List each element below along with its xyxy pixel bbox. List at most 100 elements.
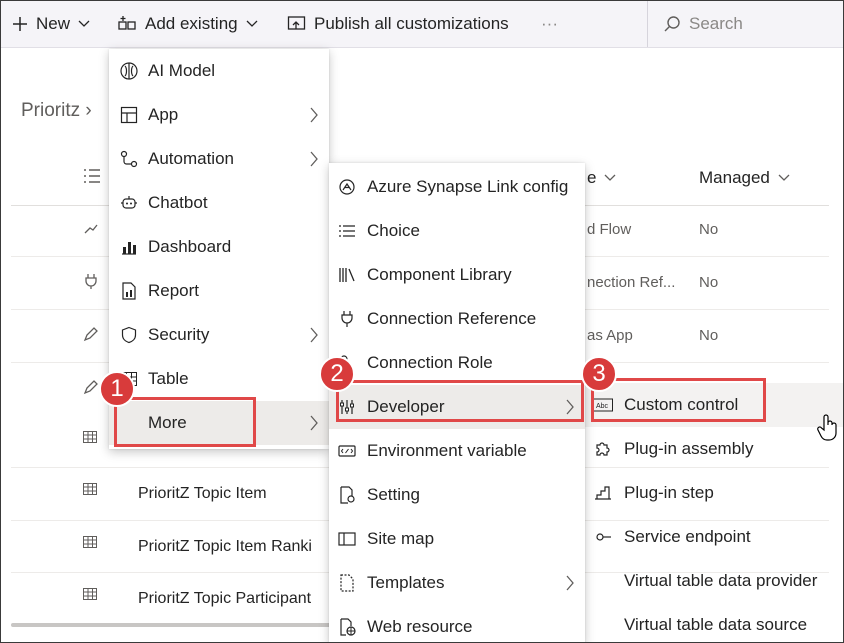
menu-item-label: Virtual table data provider: [624, 571, 818, 590]
table-icon: [83, 483, 97, 495]
menu-item-choice[interactable]: Choice: [329, 209, 585, 253]
menu-item-automation[interactable]: Automation: [109, 137, 329, 181]
choice-icon: [336, 220, 358, 242]
flow-icon: [84, 224, 98, 234]
variable-icon: [336, 440, 358, 462]
menu-item-label: Site map: [367, 529, 435, 548]
add-existing-menu: AI Model App Automation Chatbot Dashboar…: [109, 49, 329, 449]
menu-item-label: App: [148, 105, 179, 124]
chevron-right-icon: [310, 327, 318, 343]
table-row-name[interactable]: PrioritZ Topic Item Ranki: [138, 538, 312, 556]
app-icon: [118, 104, 140, 126]
puzzle-icon: [592, 438, 614, 460]
chevron-down-icon: [78, 20, 90, 27]
menu-item-templates[interactable]: Templates: [329, 561, 585, 605]
app-window: New Add existing Publish all customizati…: [0, 0, 844, 643]
table-row-name[interactable]: PrioritZ Topic Item: [138, 485, 267, 503]
highlight-more: [114, 397, 256, 447]
callout-badge-3: 3: [581, 356, 617, 392]
menu-item-setting[interactable]: Setting: [329, 473, 585, 517]
menu-item-app[interactable]: App: [109, 93, 329, 137]
table-cell-managed: No: [699, 327, 719, 344]
menu-item-label: Security: [148, 325, 210, 344]
highlight-custom-control: [591, 378, 766, 422]
menu-item-label: Automation: [148, 149, 234, 168]
table-row-name[interactable]: PrioritZ Topic Participant: [138, 590, 311, 608]
menu-item-environment-variable[interactable]: Environment variable: [329, 429, 585, 473]
overflow-label: ···: [541, 14, 558, 33]
command-bar: New Add existing Publish all customizati…: [1, 1, 843, 48]
menu-item-label: Report: [148, 281, 200, 300]
menu-item-virtual-table-data-source[interactable]: Virtual table data source: [585, 603, 843, 642]
menu-item-label: Plug-in step: [624, 483, 714, 502]
publish-icon: [287, 16, 306, 30]
column-header-managed-label: Managed: [699, 168, 770, 187]
menu-item-security[interactable]: Security: [109, 313, 329, 357]
table-icon: [83, 431, 97, 443]
web-resource-icon: [336, 616, 358, 638]
menu-item-site-map[interactable]: Site map: [329, 517, 585, 561]
plus-icon: [13, 17, 27, 31]
menu-item-table[interactable]: Table: [109, 357, 329, 401]
highlight-developer: [336, 380, 584, 422]
toolbar-divider: [647, 1, 648, 47]
menu-item-ai-model[interactable]: AI Model: [109, 49, 329, 93]
menu-item-virtual-table-data-provider[interactable]: Virtual table data provider: [585, 559, 843, 603]
chevron-right-icon: [310, 107, 318, 123]
list-icon: [84, 169, 100, 183]
publish-label: Publish all customizations: [314, 14, 509, 33]
add-existing-button[interactable]: Add existing: [118, 1, 265, 47]
endpoint-icon: [592, 526, 614, 548]
menu-item-label: Virtual table data source: [624, 615, 808, 634]
table-cell-type: as App: [587, 327, 633, 344]
menu-item-label: Chatbot: [148, 193, 208, 212]
menu-item-label: Templates: [367, 573, 445, 592]
report-icon: [118, 280, 140, 302]
menu-item-dashboard[interactable]: Dashboard: [109, 225, 329, 269]
menu-item-azure-synapse-link-config[interactable]: Azure Synapse Link config: [329, 165, 585, 209]
publish-all-button[interactable]: Publish all customizations: [287, 1, 509, 47]
menu-item-chatbot[interactable]: Chatbot: [109, 181, 329, 225]
developer-submenu: Abc Custom control Plug-in assembly Plug…: [585, 383, 843, 642]
menu-item-label: Environment variable: [367, 441, 527, 460]
plugin-step-icon: [592, 482, 614, 504]
new-label: New: [36, 14, 71, 33]
table-icon: [83, 536, 97, 548]
pencil-icon: [83, 380, 98, 395]
menu-item-label: Setting: [367, 485, 420, 504]
table-cell-type: nection Ref...: [587, 274, 676, 291]
chevron-down-icon: [605, 174, 616, 181]
table-cell-managed: No: [699, 274, 719, 291]
add-existing-icon: [118, 16, 136, 30]
shield-icon: [118, 324, 140, 346]
menu-item-report[interactable]: Report: [109, 269, 329, 313]
chatbot-icon: [118, 192, 140, 214]
horizontal-scrollbar[interactable]: [11, 623, 341, 627]
blank-icon: [592, 570, 614, 592]
new-button[interactable]: New: [11, 1, 97, 47]
chevron-right-icon: [310, 151, 318, 167]
column-header-managed[interactable]: Managed: [699, 168, 790, 188]
menu-item-plug-in-assembly[interactable]: Plug-in assembly: [585, 427, 843, 471]
menu-item-label: Azure Synapse Link config: [367, 177, 569, 196]
template-icon: [336, 572, 358, 594]
sitemap-icon: [336, 528, 358, 550]
column-header-type[interactable]: e: [587, 168, 616, 188]
menu-item-component-library[interactable]: Component Library: [329, 253, 585, 297]
breadcrumb-text: Prioritz: [21, 100, 81, 121]
menu-item-plug-in-step[interactable]: Plug-in step: [585, 471, 843, 515]
automation-icon: [118, 148, 140, 170]
chevron-right-icon: [566, 575, 574, 591]
menu-item-connection-reference[interactable]: Connection Reference: [329, 297, 585, 341]
menu-item-service-endpoint[interactable]: Service endpoint: [585, 515, 843, 559]
menu-item-label: Choice: [367, 221, 420, 240]
menu-item-label: Component Library: [367, 265, 512, 284]
callout-badge-2: 2: [319, 356, 355, 392]
overflow-button[interactable]: ···: [541, 1, 558, 47]
menu-item-connection-role[interactable]: Connection Role: [329, 341, 585, 385]
table-cell-type: d Flow: [587, 221, 632, 238]
menu-item-web-resource[interactable]: Web resource: [329, 605, 585, 642]
search-icon: [664, 16, 680, 32]
search-box[interactable]: Search: [663, 1, 743, 47]
breadcrumb[interactable]: Prioritz ›: [21, 100, 92, 122]
